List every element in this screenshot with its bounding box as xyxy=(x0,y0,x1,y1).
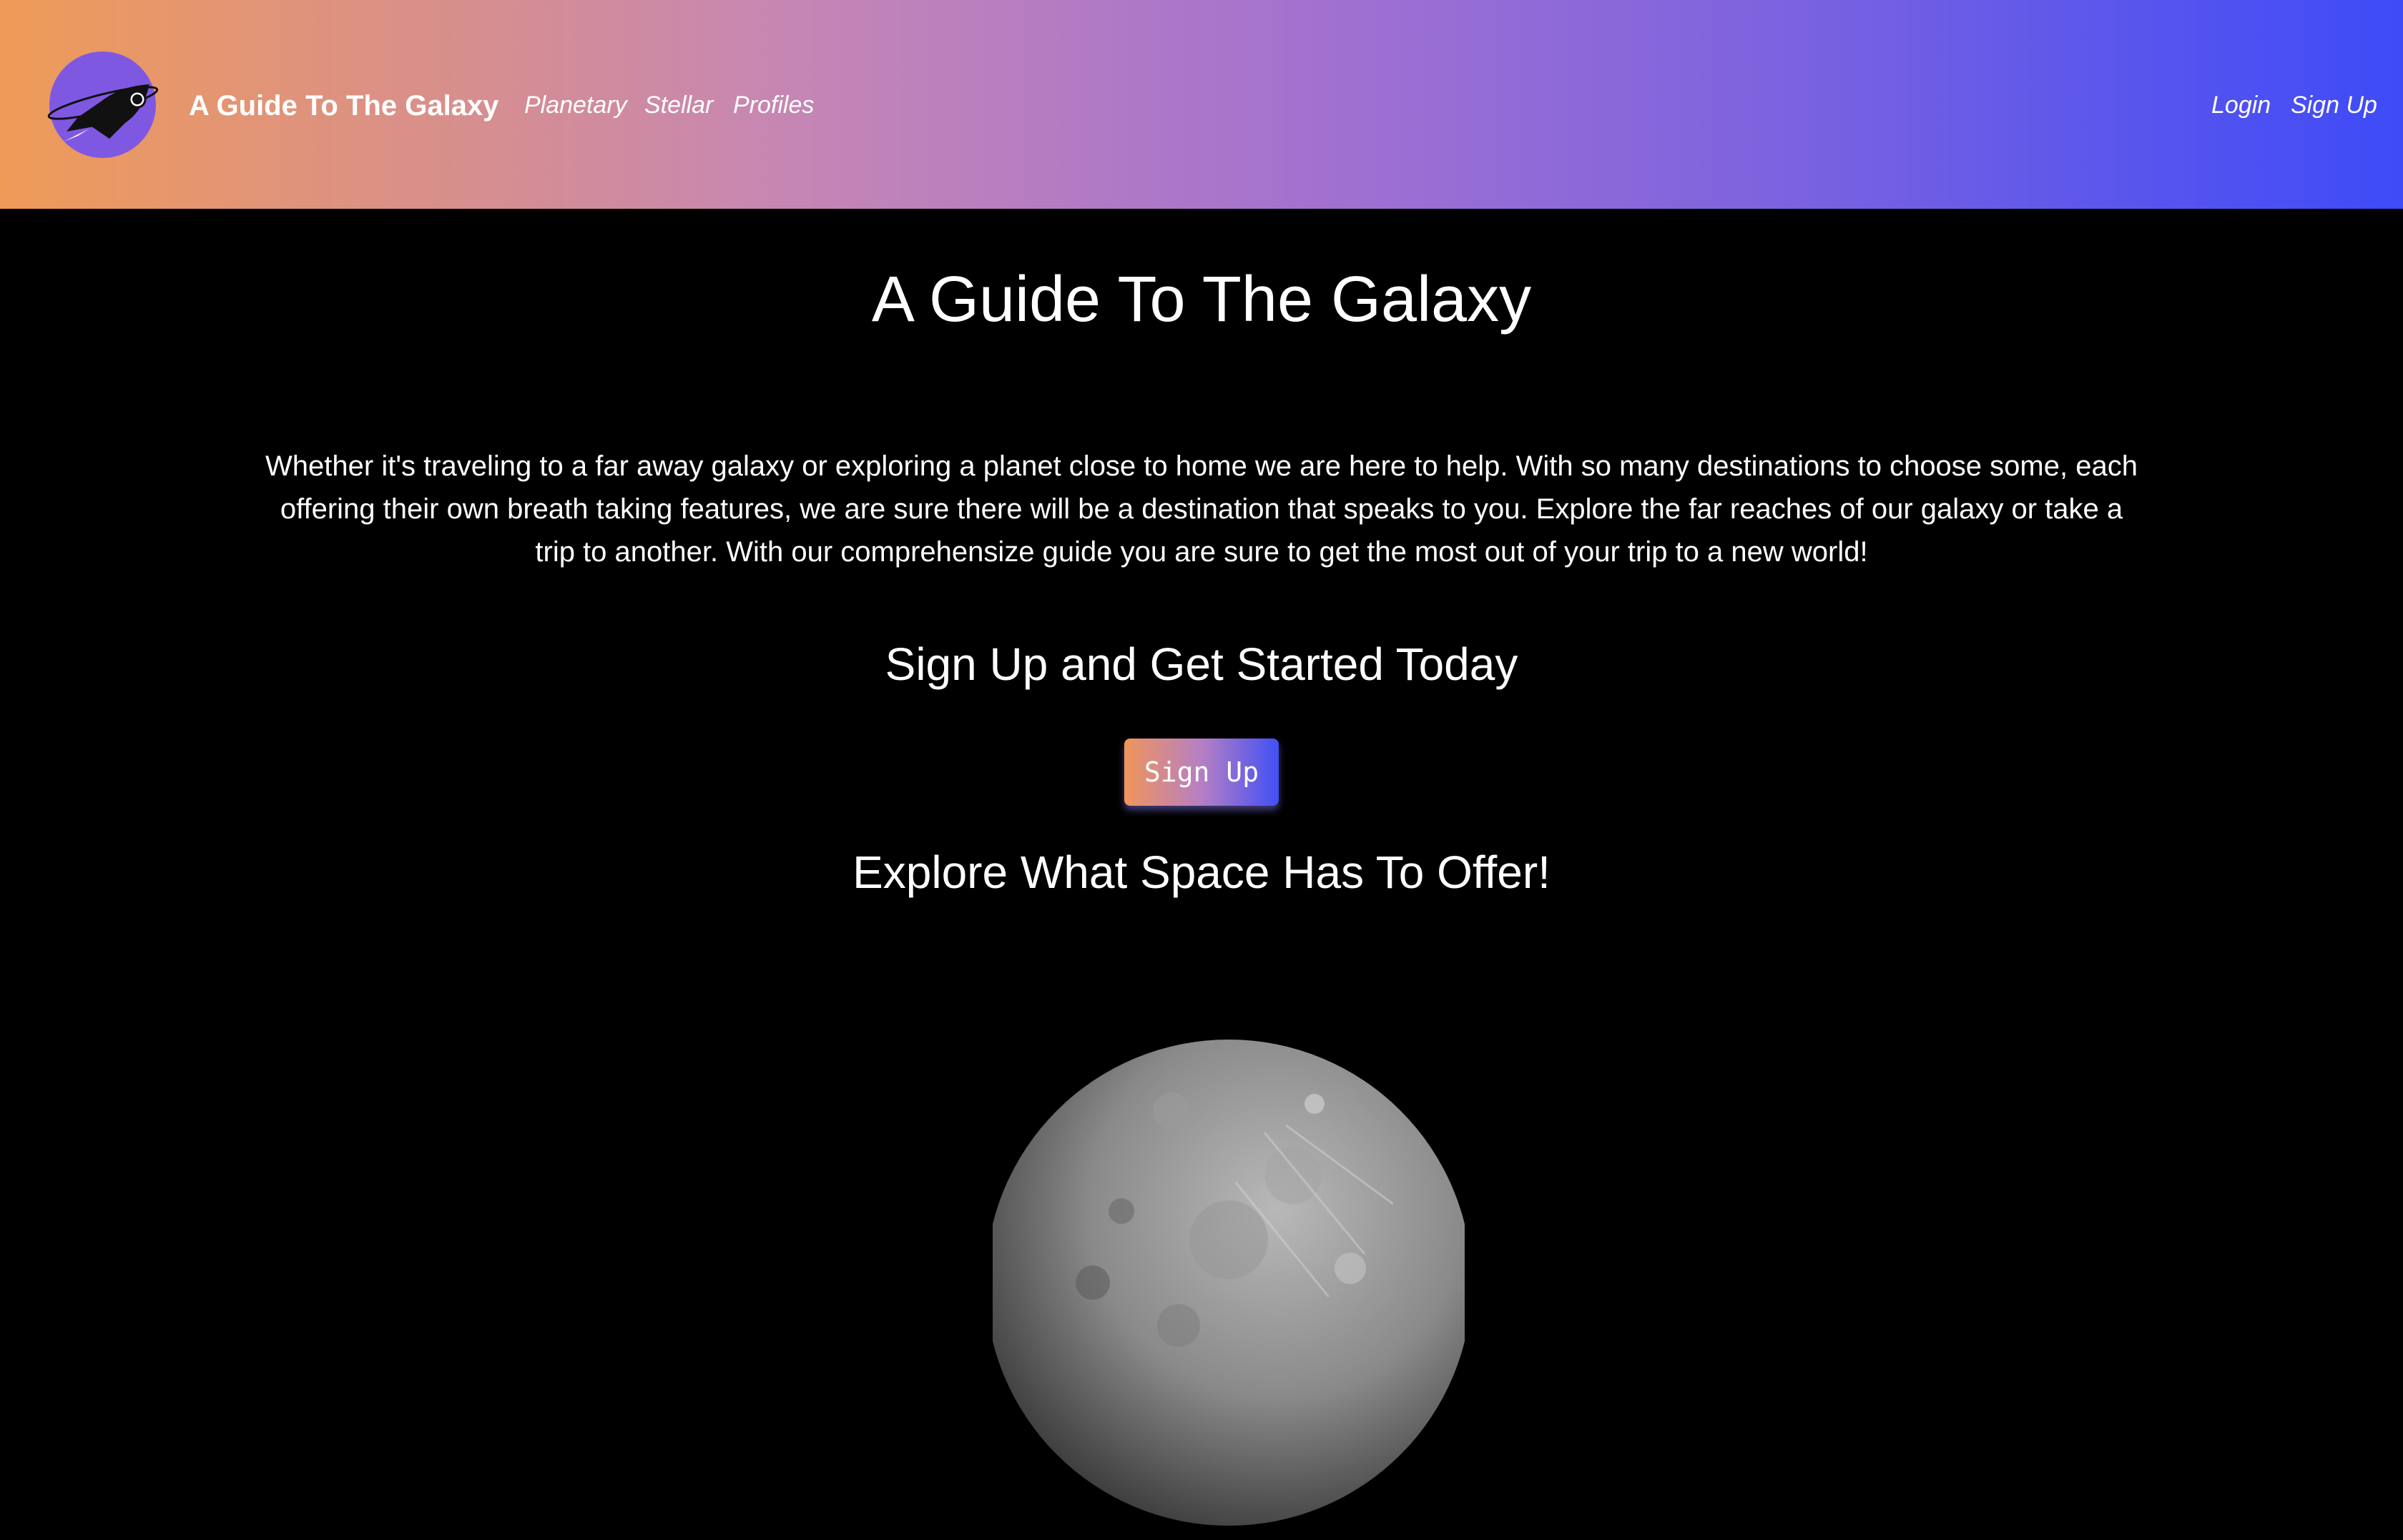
brand-title[interactable]: A Guide To The Galaxy xyxy=(189,86,498,126)
nav-link-planetary[interactable]: Planetary xyxy=(524,87,627,123)
signup-button[interactable]: Sign Up xyxy=(1124,739,1279,806)
intro-paragraph: Whether it's traveling to a far away gal… xyxy=(265,450,2138,568)
rocket-icon xyxy=(47,84,159,142)
logo[interactable] xyxy=(47,51,159,158)
nav-login-link[interactable]: Login xyxy=(2211,87,2271,123)
planet-image xyxy=(993,1040,1465,1526)
nav-link-stellar[interactable]: Stellar xyxy=(644,87,713,123)
main-content: A Guide To The Galaxy Whether it's trave… xyxy=(0,209,2403,1526)
nav-link-profiles[interactable]: Profiles xyxy=(733,87,814,123)
page-title: A Guide To The Galaxy xyxy=(871,264,1532,335)
explore-heading: Explore What Space Has To Offer! xyxy=(852,846,1551,898)
nav-signup-link[interactable]: Sign Up xyxy=(2291,87,2377,123)
cta-heading: Sign Up and Get Started Today xyxy=(885,638,1518,690)
navbar: A Guide To The Galaxy Planetary Stellar … xyxy=(0,0,2403,209)
